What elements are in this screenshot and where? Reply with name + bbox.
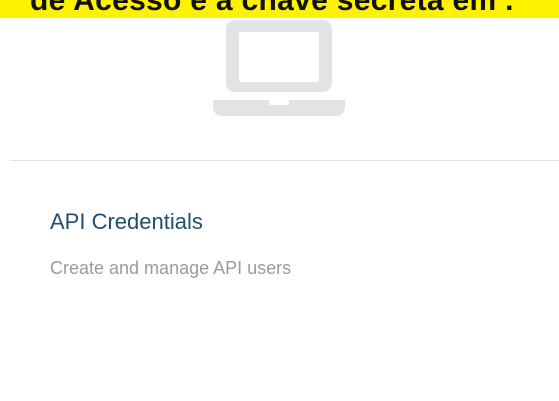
api-credentials-card[interactable]: API Credentials Create and manage API us…	[0, 0, 559, 401]
page: de Acesso e a chave secreta em . API Cre…	[0, 0, 559, 401]
card-title-link[interactable]: API Credentials	[50, 208, 203, 236]
laptop-icon	[213, 20, 345, 116]
card-description: Create and manage API users	[50, 258, 292, 278]
divider	[10, 160, 559, 161]
